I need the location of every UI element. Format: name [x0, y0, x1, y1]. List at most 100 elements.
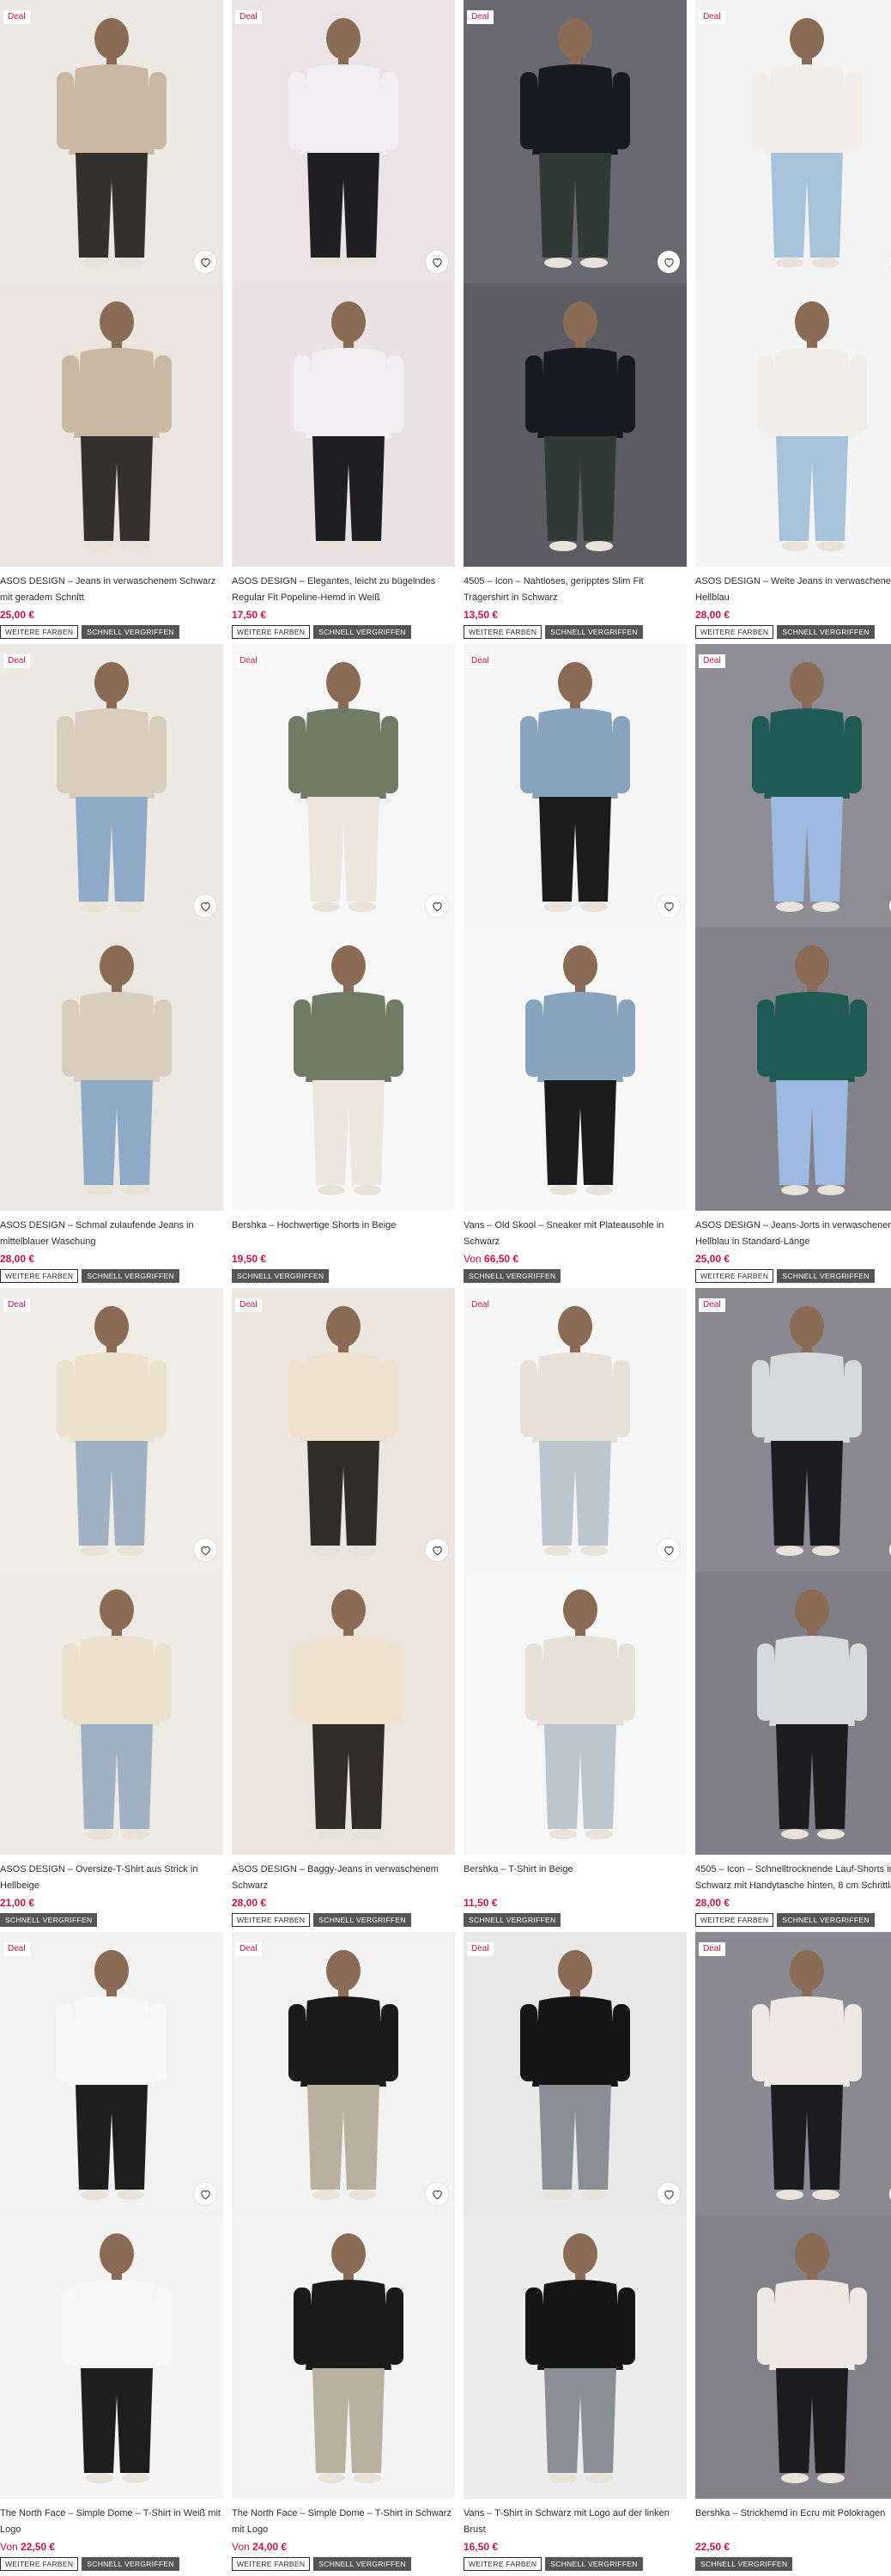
model-figure [520, 1950, 630, 2200]
more-colors-tag: WEITERE FARBEN [0, 1269, 79, 1283]
product-image[interactable]: Deal [232, 1932, 455, 2499]
product-card[interactable]: Deal 4505 – Icon – Schnelltrocknende Lauf… [695, 1288, 891, 1927]
product-photo-secondary[interactable] [232, 927, 455, 1211]
product-title[interactable]: The North Face – Simple Dome – T-Shirt i… [0, 2506, 223, 2538]
more-colors-tag: WEITERE FARBEN [0, 2557, 79, 2571]
product-photo-primary[interactable] [0, 0, 223, 283]
product-photo-primary[interactable] [464, 1932, 687, 2215]
product-photo-primary[interactable] [0, 1288, 223, 1571]
save-for-later-button[interactable] [426, 251, 448, 273]
product-card[interactable]: Deal 4505 – Icon – Nahtloses, geripptes S… [464, 0, 687, 639]
save-for-later-button[interactable] [194, 251, 216, 273]
product-title[interactable]: ASOS DESIGN – Jeans-Jorts in verwaschene… [695, 1218, 891, 1250]
save-for-later-button[interactable] [658, 895, 680, 917]
product-photo-primary[interactable] [232, 0, 455, 283]
product-card[interactable]: Deal Bershka – T-Shirt in Beige 11,50 € SCH… [464, 1288, 687, 1927]
product-title[interactable]: ASOS DESIGN – Oversize-T-Shirt aus Stric… [0, 1862, 223, 1894]
product-photo-secondary[interactable] [464, 283, 687, 567]
product-image[interactable]: Deal [464, 644, 687, 1211]
product-title[interactable]: 4505 – Icon – Nahtloses, geripptes Slim … [464, 574, 687, 606]
save-for-later-button[interactable] [194, 2183, 216, 2205]
product-image[interactable]: Deal [695, 0, 891, 567]
product-photo-secondary[interactable] [0, 283, 223, 567]
product-title[interactable]: Bershka – T-Shirt in Beige [464, 1862, 687, 1894]
product-card[interactable]: Deal ASOS DESIGN – Jeans in verwaschenem … [0, 0, 223, 639]
product-image[interactable]: Deal [232, 0, 455, 567]
more-colors-tag: WEITERE FARBEN [464, 625, 542, 639]
product-photo-secondary[interactable] [695, 927, 891, 1211]
product-title[interactable]: ASOS DESIGN – Elegantes, leicht zu bügel… [232, 574, 455, 606]
product-card[interactable]: Deal ASOS DESIGN – Weite Jeans in verwasc… [695, 0, 891, 639]
product-photo-secondary[interactable] [695, 1571, 891, 1855]
product-photo-secondary[interactable] [464, 1571, 687, 1855]
product-image[interactable]: Deal [695, 1932, 891, 2499]
product-title[interactable]: Vans – T-Shirt in Schwarz mit Logo auf d… [464, 2506, 687, 2538]
product-card[interactable]: Deal ASOS DESIGN – Baggy-Jeans in verwasc… [232, 1288, 455, 1927]
product-title[interactable]: ASOS DESIGN – Weite Jeans in verwaschene… [695, 574, 891, 606]
product-image[interactable]: Deal [464, 1288, 687, 1855]
product-image[interactable]: Deal [464, 1932, 687, 2499]
product-card[interactable]: Deal Bershka – Hochwertige Shorts in Beig… [232, 644, 455, 1283]
product-title[interactable]: Bershka – Hochwertige Shorts in Beige [232, 1218, 455, 1250]
product-title[interactable]: 4505 – Icon – Schnelltrocknende Lauf-Sho… [695, 1862, 891, 1894]
product-card[interactable]: Deal Bershka – Strickhemd in Ecru mit Pol… [695, 1932, 891, 2571]
product-image[interactable]: Deal [232, 1288, 455, 1855]
product-photo-secondary[interactable] [464, 927, 687, 1211]
product-photo-secondary[interactable] [0, 2215, 223, 2499]
product-image[interactable]: Deal [0, 644, 223, 1211]
product-photo-secondary[interactable] [695, 283, 891, 567]
product-photo-primary[interactable] [232, 644, 455, 927]
save-for-later-button[interactable] [194, 1539, 216, 1561]
product-title[interactable]: ASOS DESIGN – Jeans in verwaschenem Schw… [0, 574, 223, 606]
product-image[interactable]: Deal [0, 1932, 223, 2499]
product-title[interactable]: ASOS DESIGN – Baggy-Jeans in verwaschene… [232, 1862, 455, 1894]
product-photo-secondary[interactable] [232, 2215, 455, 2499]
save-for-later-button[interactable] [658, 2183, 680, 2205]
product-title[interactable]: Vans – Old Skool – Sneaker mit Plateauso… [464, 1218, 687, 1250]
product-card[interactable]: Deal Vans – T-Shirt in Schwarz mit Logo a… [464, 1932, 687, 2571]
deal-badge: Deal [699, 654, 725, 668]
product-image[interactable]: Deal [0, 1288, 223, 1855]
product-info: ASOS DESIGN – Jeans in verwaschenem Schw… [0, 567, 223, 639]
product-card[interactable]: Deal The North Face – Simple Dome – T-Shi… [232, 1932, 455, 2571]
product-photo-primary[interactable] [695, 644, 891, 927]
product-photo-secondary[interactable] [0, 1571, 223, 1855]
product-photo-secondary[interactable] [232, 1571, 455, 1855]
product-photo-primary[interactable] [232, 1288, 455, 1571]
product-photo-primary[interactable] [695, 0, 891, 283]
product-photo-primary[interactable] [464, 1288, 687, 1571]
product-photo-secondary[interactable] [695, 2215, 891, 2499]
product-image[interactable]: Deal [695, 1288, 891, 1855]
product-photo-secondary[interactable] [232, 283, 455, 567]
product-image[interactable]: Deal [0, 0, 223, 567]
product-title[interactable]: Bershka – Strickhemd in Ecru mit Polokra… [695, 2506, 891, 2538]
product-image[interactable]: Deal [464, 0, 687, 567]
save-for-later-button[interactable] [658, 1539, 680, 1561]
product-image[interactable]: Deal [695, 644, 891, 1211]
product-photo-primary[interactable] [0, 644, 223, 927]
product-photo-primary[interactable] [695, 1932, 891, 2215]
product-card[interactable]: Deal ASOS DESIGN – Oversize-T-Shirt aus S… [0, 1288, 223, 1927]
product-image[interactable]: Deal [232, 644, 455, 1211]
save-for-later-button[interactable] [426, 1539, 448, 1561]
product-photo-primary[interactable] [464, 644, 687, 927]
product-photo-primary[interactable] [232, 1932, 455, 2215]
product-photo-primary[interactable] [464, 0, 687, 283]
product-photo-primary[interactable] [0, 1932, 223, 2215]
product-card[interactable]: Deal ASOS DESIGN – Jeans-Jorts in verwasc… [695, 644, 891, 1283]
save-for-later-button[interactable] [194, 895, 216, 917]
product-card[interactable]: Deal Vans – Old Skool – Sneaker mit Plate… [464, 644, 687, 1283]
product-card[interactable]: Deal ASOS DESIGN – Elegantes, leicht zu b… [232, 0, 455, 639]
product-title[interactable]: The North Face – Simple Dome – T-Shirt i… [232, 2506, 455, 2538]
deal-badge: Deal [467, 1298, 494, 1312]
product-card[interactable]: Deal ASOS DESIGN – Schmal zulaufende Jean… [0, 644, 223, 1283]
product-photo-secondary[interactable] [464, 2215, 687, 2499]
product-photo-secondary[interactable] [0, 927, 223, 1211]
product-title[interactable]: ASOS DESIGN – Schmal zulaufende Jeans in… [0, 1218, 223, 1250]
product-photo-primary[interactable] [695, 1288, 891, 1571]
save-for-later-button[interactable] [426, 895, 448, 917]
product-card[interactable]: Deal The North Face – Simple Dome – T-Shi… [0, 1932, 223, 2571]
save-for-later-button[interactable] [658, 251, 680, 273]
save-for-later-button[interactable] [426, 2183, 448, 2205]
product-price: Von 22,50 € [0, 2540, 223, 2554]
